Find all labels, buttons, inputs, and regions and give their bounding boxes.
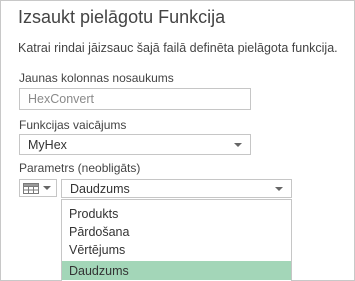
chevron-down-icon [43,186,51,190]
list-item-selected[interactable]: Daudzums [62,261,291,280]
list-item[interactable]: Pārdošana [62,222,291,241]
parameter-value: Daudzums [70,181,130,196]
column-name-label: Jaunas kolonnas nosaukums [19,71,174,85]
function-query-dropdown[interactable]: MyHex [19,134,251,155]
table-icon [23,183,39,194]
column-name-value: HexConvert [28,92,94,106]
chevron-down-icon [234,142,242,147]
function-query-label: Funkcijas vaicājums [19,118,127,132]
parameter-dropdown[interactable]: Daudzums [61,179,292,198]
parameter-type-button[interactable] [19,179,57,197]
function-query-value: MyHex [28,137,67,152]
list-item[interactable]: Produkts [62,204,291,223]
column-name-input[interactable]: HexConvert [19,88,251,110]
chevron-down-icon [275,186,283,191]
invoke-custom-function-dialog: Izsaukt pielāgotu Funkcija Katrai rindai… [0,0,355,281]
parameter-dropdown-list: Produkts Pārdošana Vērtējums Daudzums [61,199,292,281]
list-item[interactable]: Vērtējums [62,240,291,259]
dialog-description: Katrai rindai jāizsauc šajā failā definē… [18,41,338,55]
dialog-title: Izsaukt pielāgotu Funkcija [18,7,226,27]
parameter-label: Parametrs (neobligāts) [19,161,141,175]
